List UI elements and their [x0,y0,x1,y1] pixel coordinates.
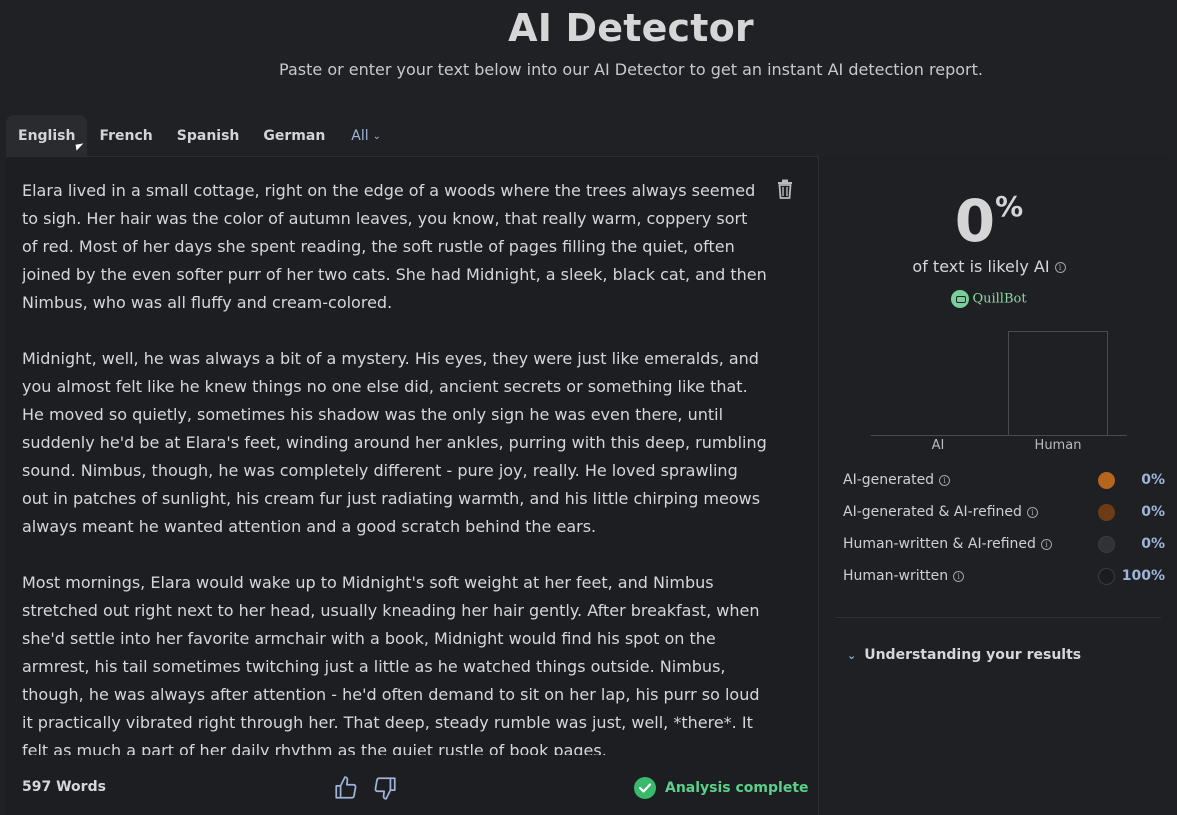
legend-label: AI-generated & AI-refined i [843,504,1038,520]
legend-value: 0% [1141,472,1165,488]
paragraph: Most mornings, Elara would wake up to Mi… [22,573,760,755]
chart-bar-human [1008,331,1108,435]
likely-ai-label: of text is likely AI i [819,257,1159,276]
legend-color-dot [1098,536,1115,553]
brand-name: QuillBot [972,291,1027,307]
language-tabs: English French Spanish German All ⌄ [6,115,393,157]
legend-row: Human-written i 100% [843,562,1165,594]
quillbot-brand: QuillBot [819,290,1159,308]
analysis-status: Analysis complete [634,775,809,801]
tab-english[interactable]: English [6,115,88,157]
text-input-area[interactable]: Elara lived in a small cottage, right on… [22,177,767,755]
tab-spanish[interactable]: Spanish [165,115,252,157]
chevron-down-icon: ⌄ [372,130,382,142]
legend-value: 0% [1141,536,1165,552]
legend-value: 0% [1141,504,1165,520]
results-panel: 0% of text is likely AI i QuillBot AI Huma… [819,156,1177,815]
trash-icon[interactable] [777,179,793,199]
quillbot-logo-icon [951,290,970,308]
thumbs-up-icon[interactable] [333,775,359,801]
info-icon[interactable]: i [939,474,951,486]
info-icon[interactable]: i [953,570,965,582]
tab-french[interactable]: French [87,115,164,157]
chevron-down-icon: ⌄ [847,649,857,662]
tab-all-label: All [351,128,369,144]
info-icon[interactable]: i [1040,538,1052,550]
chart-tick-label: Human [1034,438,1082,453]
text-editor-panel: Elara lived in a small cottage, right on… [6,156,818,815]
ai-human-bar-chart: AI Human [871,328,1129,453]
tab-all-languages[interactable]: All ⌄ [337,115,393,157]
ai-score-value: 0 [954,187,996,255]
legend-label: Human-written & AI-refined i [843,536,1052,552]
results-divider [835,617,1161,618]
page-title: AI Detector [508,6,754,50]
chart-x-axis [871,435,1127,436]
legend-row: AI-generated i 0% [843,466,1165,498]
editor-footer: 597 Words Analysis complete [6,769,818,809]
page-subtitle: Paste or enter your text below into our … [279,60,983,79]
thumbs-down-icon[interactable] [372,775,398,801]
analysis-status-text: Analysis complete [665,780,809,796]
check-circle-icon [634,777,656,799]
word-count: 597 Words [22,779,106,795]
ai-score-unit: % [995,190,1024,223]
paragraph: Elara lived in a small cottage, right on… [22,181,767,312]
chart-tick-label: AI [931,438,945,453]
info-icon[interactable]: i [1026,506,1038,518]
legend-value: 100% [1121,568,1165,584]
likely-ai-text: of text is likely AI [912,257,1050,276]
tab-german[interactable]: German [251,115,337,157]
paragraph: Midnight, well, he was always a bit of a… [22,349,767,536]
ai-score: 0% [819,186,1159,256]
legend-row: AI-generated & AI-refined i 0% [843,498,1165,530]
understanding-results-label: Understanding your results [864,647,1082,663]
legend-label: AI-generated i [843,472,951,488]
legend-label: Human-written i [843,568,965,584]
legend-row: Human-written & AI-refined i 0% [843,530,1165,562]
ai-detector-page: AI Detector Paste or enter your text bel… [0,0,1177,815]
understanding-results-toggle[interactable]: ⌄ Understanding your results [847,647,1081,663]
legend-color-dot [1098,504,1115,521]
info-icon[interactable]: i [1054,262,1066,273]
legend-color-dot [1098,472,1115,489]
results-legend: AI-generated i 0% AI-generated & AI-refined… [843,466,1165,594]
legend-color-dot [1098,568,1115,585]
